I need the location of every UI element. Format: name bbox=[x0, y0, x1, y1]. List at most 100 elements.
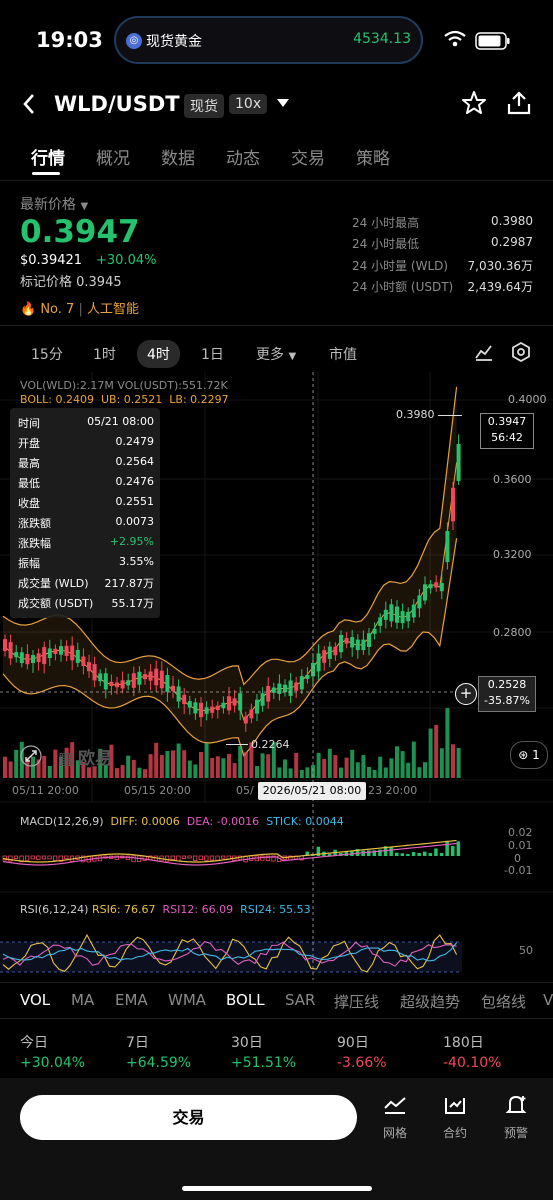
back-icon[interactable] bbox=[22, 92, 36, 122]
indicator-vol[interactable]: VOL bbox=[20, 991, 50, 1009]
indicator-support[interactable]: 撑压线 bbox=[334, 991, 379, 1012]
interval-more[interactable]: 更多 ▼ bbox=[256, 344, 296, 364]
add-order-icon[interactable]: + bbox=[455, 683, 477, 705]
tab-news[interactable]: 动态 bbox=[226, 144, 260, 169]
alert-button[interactable]: 预警 bbox=[496, 1094, 536, 1141]
macd-name: MACD(12,26,9) bbox=[20, 815, 104, 828]
volume-bar bbox=[187, 760, 192, 778]
candle-body bbox=[159, 670, 164, 689]
candle-body bbox=[143, 674, 147, 680]
settings-icon[interactable] bbox=[511, 341, 531, 366]
crosshair-date-tag: 2026/05/21 08:00 bbox=[258, 782, 366, 800]
macd-diff: DIFF: 0.0006 bbox=[110, 815, 180, 828]
share-icon[interactable] bbox=[506, 90, 532, 122]
candle-body bbox=[372, 628, 377, 634]
volume-bar bbox=[350, 749, 355, 778]
candle-body bbox=[193, 702, 198, 714]
boll-mid: BOLL: 0.2409 bbox=[20, 393, 94, 406]
high-marker: 0.3980 bbox=[396, 408, 435, 421]
interval-1d[interactable]: 1日 bbox=[201, 344, 224, 364]
volume-bar bbox=[456, 747, 461, 778]
volume-bar bbox=[120, 765, 125, 778]
price-tag-value: 0.3947 bbox=[487, 415, 527, 428]
candle-body bbox=[8, 642, 13, 659]
volume-bar bbox=[327, 748, 332, 778]
candle-body bbox=[81, 656, 86, 666]
volume-bar bbox=[238, 745, 243, 778]
candle-body bbox=[327, 646, 332, 659]
low-marker-line bbox=[226, 744, 248, 745]
tip-value: 0.2479 bbox=[115, 435, 155, 448]
contract-button[interactable]: 合约 bbox=[435, 1094, 475, 1141]
tip-key: 涨跌额 bbox=[18, 517, 51, 530]
volume-bar bbox=[361, 755, 366, 778]
candle-body bbox=[19, 652, 24, 664]
high-marker-line bbox=[438, 415, 462, 416]
tip-key: 涨跌幅 bbox=[18, 537, 51, 550]
volume-bar bbox=[277, 767, 282, 778]
indicator-more[interactable]: V bbox=[543, 991, 553, 1009]
cross-pct: -35.87% bbox=[484, 694, 530, 707]
tip-value: 0.0073 bbox=[115, 515, 155, 528]
indicator-count-badge[interactable]: ⊛ 1 bbox=[510, 741, 548, 769]
volume-bar bbox=[411, 741, 416, 778]
indicator-sar[interactable]: SAR bbox=[285, 991, 315, 1009]
indicator-boll[interactable]: BOLL bbox=[226, 991, 265, 1009]
rsi-header: RSI(6,12,24) RSI6: 76.67 RSI12: 66.09 RS… bbox=[20, 903, 311, 916]
x-tick: 05/ bbox=[236, 784, 254, 797]
tab-trade[interactable]: 交易 bbox=[291, 144, 325, 169]
tab-data[interactable]: 数据 bbox=[161, 144, 195, 169]
expand-icon[interactable] bbox=[20, 745, 42, 771]
chart-style-icon[interactable] bbox=[474, 342, 494, 366]
y-tick: 0.4000 bbox=[508, 393, 547, 406]
macd-bar bbox=[395, 852, 399, 856]
candle-body bbox=[344, 638, 349, 644]
macd-bar bbox=[423, 851, 427, 856]
indicator-wma[interactable]: WMA bbox=[168, 991, 206, 1009]
rsi12: RSI12: 66.09 bbox=[162, 903, 234, 916]
contract-icon bbox=[435, 1094, 475, 1122]
pair-title[interactable]: WLD/USDT bbox=[54, 92, 180, 116]
rsi-name: RSI(6,12,24) bbox=[20, 903, 89, 916]
live-activity-pill[interactable]: ◎ 现货黄金 4534.13 bbox=[114, 16, 423, 64]
interval-15m[interactable]: 15分 bbox=[31, 344, 63, 364]
grid-trade-icon bbox=[375, 1094, 415, 1122]
candle-body bbox=[283, 684, 287, 693]
candle-body bbox=[423, 584, 427, 601]
volume-bar bbox=[378, 756, 383, 778]
tip-key: 开盘 bbox=[18, 437, 40, 450]
candle-body bbox=[406, 611, 411, 622]
volume-bar bbox=[294, 752, 299, 778]
last-price-label[interactable]: 最新价格 ▼ bbox=[20, 194, 88, 214]
indicator-ma[interactable]: MA bbox=[71, 991, 94, 1009]
boll-lb: LB: 0.2297 bbox=[169, 393, 229, 406]
tab-underline bbox=[32, 172, 60, 175]
candle-tooltip: 时间 05/21 08:00 开盘 0.2479 最高 0.2564 最低 0.2476… bbox=[10, 408, 160, 618]
candle-body bbox=[47, 648, 52, 659]
tip-value: 0.2476 bbox=[115, 475, 155, 488]
interval-4h[interactable]: 4时 bbox=[137, 340, 180, 368]
indicator-envelope[interactable]: 包络线 bbox=[481, 991, 526, 1012]
indicator-ema[interactable]: EMA bbox=[115, 991, 148, 1009]
volume-bar bbox=[159, 755, 164, 778]
market-cap-toggle[interactable]: 市值 bbox=[329, 344, 357, 364]
candle-body bbox=[126, 680, 131, 686]
interval-1h[interactable]: 1时 bbox=[93, 344, 116, 364]
divider bbox=[0, 1018, 553, 1019]
volume-bar bbox=[260, 753, 265, 778]
chevron-down-icon[interactable] bbox=[276, 96, 290, 112]
tab-market[interactable]: 行情 bbox=[31, 144, 65, 169]
star-icon[interactable] bbox=[461, 90, 487, 123]
volume-bar bbox=[288, 768, 293, 778]
y-tick: 0.3600 bbox=[493, 473, 532, 486]
candle-body bbox=[378, 617, 383, 626]
candle-body bbox=[25, 654, 30, 665]
indicator-supertrend[interactable]: 超级趋势 bbox=[400, 991, 460, 1012]
rank-row[interactable]: 🔥 No. 7 | 人工智能 bbox=[20, 298, 139, 317]
trade-button[interactable]: 交易 bbox=[20, 1095, 357, 1140]
tab-overview[interactable]: 概况 bbox=[96, 144, 130, 169]
island-value: 4534.13 bbox=[353, 31, 411, 47]
grid-button[interactable]: 网格 bbox=[375, 1094, 415, 1141]
candle-body bbox=[411, 604, 416, 618]
tab-strategy[interactable]: 策略 bbox=[356, 144, 390, 169]
